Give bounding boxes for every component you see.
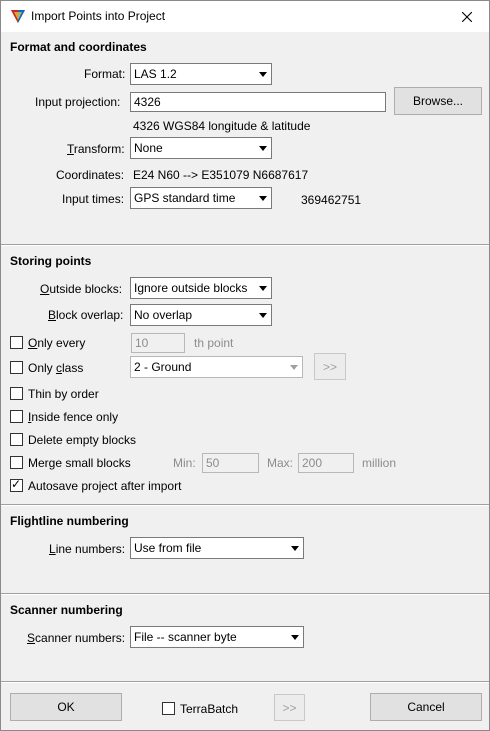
- delete-empty-checkbox[interactable]: [10, 433, 23, 446]
- transform-select[interactable]: None: [130, 137, 272, 159]
- coordinates-value: E24 N60 --> E351079 N6687617: [133, 168, 309, 182]
- projection-description: 4326 WGS84 longitude & latitude: [133, 119, 311, 133]
- input-projection-field[interactable]: 4326: [130, 92, 386, 112]
- input-times-number: 369462751: [301, 193, 362, 207]
- transform-label: Transform:: [67, 142, 125, 156]
- scanner-numbers-value: File -- scanner byte: [134, 630, 237, 644]
- chevron-down-icon: [285, 357, 302, 377]
- import-points-dialog: Import Points into Project Format and co…: [0, 0, 490, 731]
- input-times-label: Input times:: [62, 192, 125, 206]
- thin-by-order-label: Thin by order: [28, 387, 99, 401]
- window-title: Import Points into Project: [31, 9, 166, 23]
- format-value: LAS 1.2: [134, 67, 177, 81]
- merge-small-checkbox[interactable]: [10, 456, 23, 469]
- chevron-down-icon: [286, 538, 303, 558]
- outside-blocks-select[interactable]: Ignore outside blocks: [130, 277, 272, 299]
- inside-fence-label: Inside fence only: [28, 410, 119, 424]
- ok-button[interactable]: OK: [10, 693, 122, 721]
- close-button[interactable]: [445, 1, 489, 32]
- block-overlap-value: No overlap: [134, 308, 193, 322]
- chevron-down-icon: [254, 305, 271, 325]
- line-numbers-value: Use from file: [134, 541, 202, 555]
- transform-value: None: [134, 141, 163, 155]
- flightline-section-title: Flightline numbering: [10, 514, 129, 528]
- only-every-field[interactable]: 10: [131, 333, 185, 353]
- section-divider: [1, 504, 489, 506]
- checkmark-icon: ✓: [11, 477, 22, 491]
- min-field[interactable]: 50: [202, 453, 259, 473]
- only-every-label: Only every: [28, 336, 86, 350]
- only-class-checkbox[interactable]: [10, 361, 23, 374]
- only-class-select[interactable]: 2 - Ground: [130, 356, 303, 378]
- terrabatch-checkbox[interactable]: [162, 702, 175, 715]
- input-times-select[interactable]: GPS standard time: [130, 187, 272, 209]
- max-field[interactable]: 200: [298, 453, 354, 473]
- section-divider: [1, 244, 489, 246]
- autosave-label: Autosave project after import: [28, 479, 182, 493]
- chevron-down-icon: [286, 627, 303, 647]
- outside-blocks-label: Outside blocks:: [40, 282, 123, 296]
- close-icon: [462, 11, 472, 22]
- format-select[interactable]: LAS 1.2: [130, 63, 272, 85]
- thin-by-order-checkbox[interactable]: [10, 387, 23, 400]
- max-label: Max:: [267, 456, 294, 470]
- coordinates-label: Coordinates:: [56, 168, 125, 182]
- terrascan-app-icon: [11, 10, 25, 23]
- only-every-checkbox[interactable]: [10, 336, 23, 349]
- class-more-button[interactable]: >>: [314, 353, 346, 380]
- million-label: million: [362, 456, 397, 470]
- format-label: Format:: [84, 67, 126, 81]
- scanner-numbers-select[interactable]: File -- scanner byte: [130, 626, 304, 648]
- delete-empty-label: Delete empty blocks: [28, 433, 137, 447]
- block-overlap-select[interactable]: No overlap: [130, 304, 272, 326]
- cancel-button[interactable]: Cancel: [370, 693, 482, 721]
- input-projection-label: Input projection:: [35, 95, 121, 109]
- section-divider: [1, 681, 489, 683]
- block-overlap-label: Block overlap:: [48, 308, 124, 322]
- scanner-section-title: Scanner numbering: [10, 603, 123, 617]
- merge-small-label: Merge small blocks: [28, 456, 131, 470]
- line-numbers-label: Line numbers:: [49, 542, 126, 556]
- chevron-down-icon: [254, 138, 271, 158]
- outside-blocks-value: Ignore outside blocks: [134, 281, 248, 295]
- title-bar: Import Points into Project: [1, 1, 489, 32]
- chevron-down-icon: [254, 278, 271, 298]
- chevron-down-icon: [254, 188, 271, 208]
- browse-button[interactable]: Browse...: [394, 87, 482, 115]
- storing-section-title: Storing points: [10, 254, 92, 268]
- format-section-title: Format and coordinates: [10, 40, 147, 54]
- line-numbers-select[interactable]: Use from file: [130, 537, 304, 559]
- terrabatch-more-button[interactable]: >>: [274, 694, 305, 721]
- only-class-label: Only class: [28, 361, 84, 375]
- scanner-numbers-label: Scanner numbers:: [27, 631, 126, 645]
- section-divider: [1, 593, 489, 595]
- min-label: Min:: [173, 456, 196, 470]
- terrabatch-label: TerraBatch: [180, 702, 239, 716]
- only-class-value: 2 - Ground: [134, 360, 192, 374]
- input-times-value: GPS standard time: [134, 191, 236, 205]
- inside-fence-checkbox[interactable]: [10, 410, 23, 423]
- only-every-suffix: th point: [194, 336, 234, 350]
- autosave-checkbox[interactable]: ✓: [10, 477, 23, 492]
- chevron-down-icon: [254, 64, 271, 84]
